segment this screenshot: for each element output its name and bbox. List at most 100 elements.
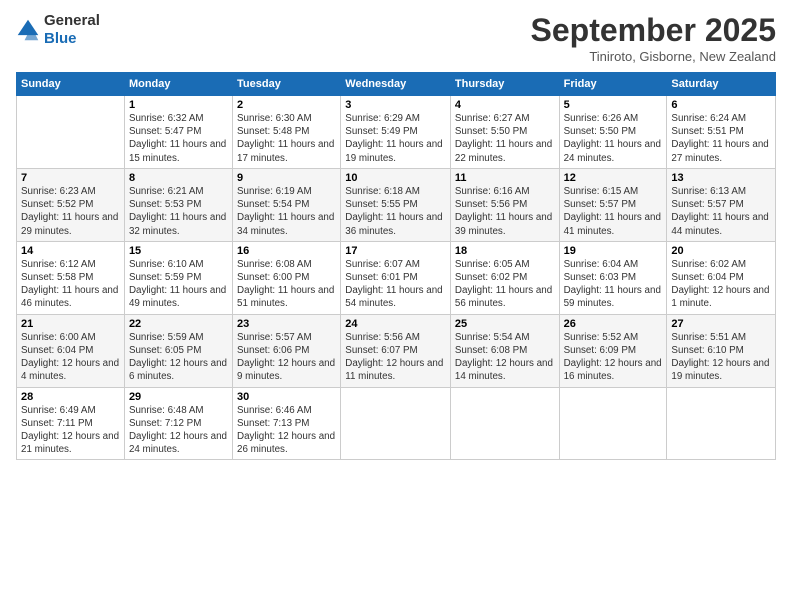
day-number: 30 [237, 391, 336, 403]
day-cell [341, 387, 451, 460]
day-cell: 7Sunrise: 6:23 AM Sunset: 5:52 PM Daylig… [17, 168, 125, 241]
day-cell: 29Sunrise: 6:48 AM Sunset: 7:12 PM Dayli… [124, 387, 232, 460]
week-row-4: 21Sunrise: 6:00 AM Sunset: 6:04 PM Dayli… [17, 314, 776, 387]
day-info: Sunrise: 6:32 AM Sunset: 5:47 PM Dayligh… [129, 112, 228, 165]
day-info: Sunrise: 6:05 AM Sunset: 6:02 PM Dayligh… [455, 258, 555, 311]
day-number: 24 [345, 318, 446, 330]
day-cell: 13Sunrise: 6:13 AM Sunset: 5:57 PM Dayli… [667, 168, 776, 241]
day-cell: 26Sunrise: 5:52 AM Sunset: 6:09 PM Dayli… [559, 314, 667, 387]
col-header-friday: Friday [559, 73, 667, 96]
title-area: September 2025 Tiniroto, Gisborne, New Z… [531, 12, 776, 64]
day-number: 18 [455, 245, 555, 257]
day-cell: 11Sunrise: 6:16 AM Sunset: 5:56 PM Dayli… [450, 168, 559, 241]
day-number: 14 [21, 245, 120, 257]
day-cell: 10Sunrise: 6:18 AM Sunset: 5:55 PM Dayli… [341, 168, 451, 241]
week-row-3: 14Sunrise: 6:12 AM Sunset: 5:58 PM Dayli… [17, 241, 776, 314]
day-info: Sunrise: 5:57 AM Sunset: 6:06 PM Dayligh… [237, 331, 336, 384]
day-cell: 8Sunrise: 6:21 AM Sunset: 5:53 PM Daylig… [124, 168, 232, 241]
day-number: 28 [21, 391, 120, 403]
col-header-saturday: Saturday [667, 73, 776, 96]
day-info: Sunrise: 5:59 AM Sunset: 6:05 PM Dayligh… [129, 331, 228, 384]
day-number: 22 [129, 318, 228, 330]
day-number: 29 [129, 391, 228, 403]
day-cell: 30Sunrise: 6:46 AM Sunset: 7:13 PM Dayli… [233, 387, 341, 460]
day-number: 25 [455, 318, 555, 330]
day-number: 9 [237, 172, 336, 184]
day-info: Sunrise: 6:07 AM Sunset: 6:01 PM Dayligh… [345, 258, 446, 311]
day-info: Sunrise: 5:56 AM Sunset: 6:07 PM Dayligh… [345, 331, 446, 384]
day-cell: 2Sunrise: 6:30 AM Sunset: 5:48 PM Daylig… [233, 96, 341, 169]
month-title: September 2025 [531, 12, 776, 49]
day-number: 8 [129, 172, 228, 184]
day-number: 16 [237, 245, 336, 257]
calendar-table: SundayMondayTuesdayWednesdayThursdayFrid… [16, 72, 776, 460]
day-cell: 24Sunrise: 5:56 AM Sunset: 6:07 PM Dayli… [341, 314, 451, 387]
day-info: Sunrise: 6:21 AM Sunset: 5:53 PM Dayligh… [129, 185, 228, 238]
day-info: Sunrise: 6:19 AM Sunset: 5:54 PM Dayligh… [237, 185, 336, 238]
day-cell: 6Sunrise: 6:24 AM Sunset: 5:51 PM Daylig… [667, 96, 776, 169]
day-cell: 19Sunrise: 6:04 AM Sunset: 6:03 PM Dayli… [559, 241, 667, 314]
logo-text: General Blue [44, 12, 100, 48]
page: General Blue September 2025 Tiniroto, Gi… [0, 0, 792, 612]
day-cell: 12Sunrise: 6:15 AM Sunset: 5:57 PM Dayli… [559, 168, 667, 241]
day-cell: 27Sunrise: 5:51 AM Sunset: 6:10 PM Dayli… [667, 314, 776, 387]
day-number: 17 [345, 245, 446, 257]
day-number: 3 [345, 99, 446, 111]
day-cell: 16Sunrise: 6:08 AM Sunset: 6:00 PM Dayli… [233, 241, 341, 314]
col-header-wednesday: Wednesday [341, 73, 451, 96]
day-info: Sunrise: 6:10 AM Sunset: 5:59 PM Dayligh… [129, 258, 228, 311]
header-row: SundayMondayTuesdayWednesdayThursdayFrid… [17, 73, 776, 96]
day-info: Sunrise: 6:16 AM Sunset: 5:56 PM Dayligh… [455, 185, 555, 238]
day-info: Sunrise: 6:27 AM Sunset: 5:50 PM Dayligh… [455, 112, 555, 165]
day-number: 26 [564, 318, 663, 330]
day-info: Sunrise: 6:15 AM Sunset: 5:57 PM Dayligh… [564, 185, 663, 238]
day-number: 15 [129, 245, 228, 257]
day-cell: 14Sunrise: 6:12 AM Sunset: 5:58 PM Dayli… [17, 241, 125, 314]
day-info: Sunrise: 6:49 AM Sunset: 7:11 PM Dayligh… [21, 404, 120, 457]
day-cell [17, 96, 125, 169]
day-cell [667, 387, 776, 460]
day-info: Sunrise: 5:54 AM Sunset: 6:08 PM Dayligh… [455, 331, 555, 384]
day-number: 23 [237, 318, 336, 330]
day-number: 6 [671, 99, 771, 111]
day-number: 21 [21, 318, 120, 330]
day-info: Sunrise: 6:00 AM Sunset: 6:04 PM Dayligh… [21, 331, 120, 384]
day-number: 1 [129, 99, 228, 111]
week-row-1: 1Sunrise: 6:32 AM Sunset: 5:47 PM Daylig… [17, 96, 776, 169]
day-cell: 4Sunrise: 6:27 AM Sunset: 5:50 PM Daylig… [450, 96, 559, 169]
day-cell: 21Sunrise: 6:00 AM Sunset: 6:04 PM Dayli… [17, 314, 125, 387]
col-header-sunday: Sunday [17, 73, 125, 96]
day-cell: 9Sunrise: 6:19 AM Sunset: 5:54 PM Daylig… [233, 168, 341, 241]
day-info: Sunrise: 6:29 AM Sunset: 5:49 PM Dayligh… [345, 112, 446, 165]
day-number: 10 [345, 172, 446, 184]
day-info: Sunrise: 6:48 AM Sunset: 7:12 PM Dayligh… [129, 404, 228, 457]
day-cell: 1Sunrise: 6:32 AM Sunset: 5:47 PM Daylig… [124, 96, 232, 169]
day-number: 19 [564, 245, 663, 257]
day-cell: 3Sunrise: 6:29 AM Sunset: 5:49 PM Daylig… [341, 96, 451, 169]
day-info: Sunrise: 5:52 AM Sunset: 6:09 PM Dayligh… [564, 331, 663, 384]
day-cell: 28Sunrise: 6:49 AM Sunset: 7:11 PM Dayli… [17, 387, 125, 460]
col-header-tuesday: Tuesday [233, 73, 341, 96]
day-number: 4 [455, 99, 555, 111]
logo: General Blue [16, 12, 100, 48]
logo-icon [16, 18, 40, 42]
day-info: Sunrise: 6:24 AM Sunset: 5:51 PM Dayligh… [671, 112, 771, 165]
day-number: 5 [564, 99, 663, 111]
day-cell [450, 387, 559, 460]
day-info: Sunrise: 6:23 AM Sunset: 5:52 PM Dayligh… [21, 185, 120, 238]
day-info: Sunrise: 6:08 AM Sunset: 6:00 PM Dayligh… [237, 258, 336, 311]
day-number: 2 [237, 99, 336, 111]
day-info: Sunrise: 6:26 AM Sunset: 5:50 PM Dayligh… [564, 112, 663, 165]
day-info: Sunrise: 6:18 AM Sunset: 5:55 PM Dayligh… [345, 185, 446, 238]
day-cell: 20Sunrise: 6:02 AM Sunset: 6:04 PM Dayli… [667, 241, 776, 314]
col-header-monday: Monday [124, 73, 232, 96]
day-number: 12 [564, 172, 663, 184]
day-info: Sunrise: 6:13 AM Sunset: 5:57 PM Dayligh… [671, 185, 771, 238]
header: General Blue September 2025 Tiniroto, Gi… [16, 12, 776, 64]
day-info: Sunrise: 6:30 AM Sunset: 5:48 PM Dayligh… [237, 112, 336, 165]
day-number: 7 [21, 172, 120, 184]
col-header-thursday: Thursday [450, 73, 559, 96]
day-cell: 22Sunrise: 5:59 AM Sunset: 6:05 PM Dayli… [124, 314, 232, 387]
day-cell: 23Sunrise: 5:57 AM Sunset: 6:06 PM Dayli… [233, 314, 341, 387]
week-row-2: 7Sunrise: 6:23 AM Sunset: 5:52 PM Daylig… [17, 168, 776, 241]
